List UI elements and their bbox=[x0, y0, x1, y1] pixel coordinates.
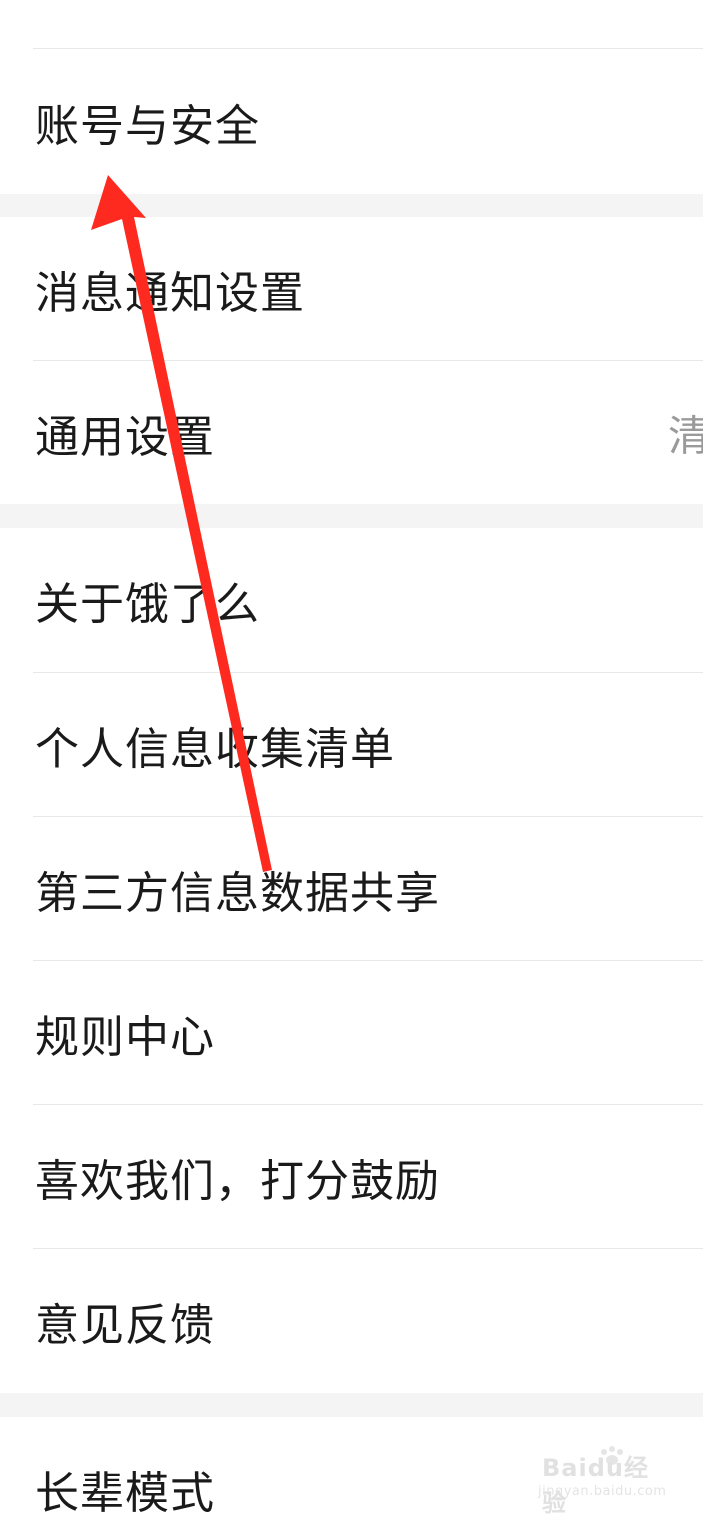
settings-item-personal-info-list[interactable]: 个人信息收集清单 bbox=[0, 673, 703, 816]
settings-item-label: 第三方信息数据共享 bbox=[35, 867, 440, 919]
settings-item-about[interactable]: 关于饿了么 bbox=[0, 528, 703, 672]
group-separator bbox=[0, 504, 703, 528]
settings-item-label: 个人信息收集清单 bbox=[35, 723, 395, 775]
watermark: Baidu经验 jingyan.baidu.com bbox=[536, 1438, 668, 1517]
settings-item-account-security[interactable]: 账号与安全 bbox=[0, 49, 703, 194]
settings-item-feedback[interactable]: 意见反馈 bbox=[0, 1249, 703, 1393]
settings-item-general[interactable]: 通用设置 清 bbox=[0, 361, 703, 504]
settings-item-rate-us[interactable]: 喜欢我们，打分鼓励 bbox=[0, 1105, 703, 1248]
settings-item-label: 规则中心 bbox=[35, 1011, 215, 1063]
settings-item-label: 消息通知设置 bbox=[35, 267, 305, 319]
settings-item-notification[interactable]: 消息通知设置 bbox=[0, 217, 703, 360]
settings-screen: 账号与安全 消息通知设置 通用设置 清 关于饿了么 个人信息收集清单 第三方信息… bbox=[0, 0, 703, 1519]
settings-item-label: 喜欢我们，打分鼓励 bbox=[35, 1155, 440, 1207]
settings-item-rules-center[interactable]: 规则中心 bbox=[0, 961, 703, 1104]
settings-item-label: 长辈模式 bbox=[35, 1468, 215, 1519]
watermark-brand: Baidu经验 bbox=[542, 1454, 649, 1517]
watermark-url: jingyan.baidu.com bbox=[538, 1484, 667, 1499]
settings-item-label: 账号与安全 bbox=[35, 100, 260, 152]
settings-item-value: 清 bbox=[668, 411, 703, 460]
settings-item-third-party-sharing[interactable]: 第三方信息数据共享 bbox=[0, 817, 703, 960]
group-separator bbox=[0, 1393, 703, 1417]
settings-item-label: 意见反馈 bbox=[35, 1300, 215, 1351]
group-separator bbox=[0, 194, 703, 217]
settings-item-label: 关于饿了么 bbox=[35, 579, 260, 630]
settings-item-label: 通用设置 bbox=[35, 411, 215, 463]
